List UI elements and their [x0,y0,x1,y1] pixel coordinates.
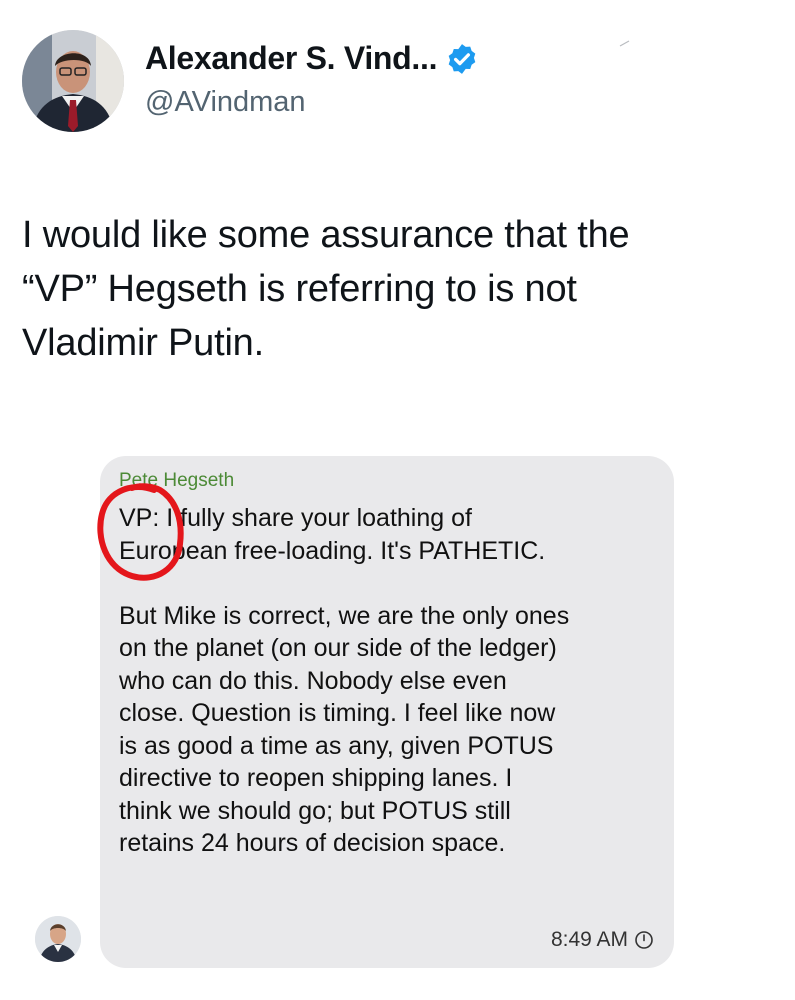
message-time: 8:49 AM [550,928,628,951]
sender-photo-icon [35,916,81,962]
author-handle[interactable]: @AVindman [145,86,306,119]
message-sender: Pete Hegseth [119,470,235,491]
author-name[interactable]: Alexander S. Vind... [145,40,437,77]
clock-icon [635,931,653,949]
message-sender-avatar [35,916,81,962]
tweet-text: I would like some assurance that the “VP… [22,214,630,364]
message-text: VP: I fully share your loathing of Europ… [119,504,570,857]
image-artifact [619,40,630,47]
message-bubble: Pete Hegseth VP: I fully share your loat… [100,456,674,968]
profile-photo-icon [22,30,124,132]
verified-badge-icon [448,43,476,74]
message-timestamp: 8:49 AM [551,928,654,952]
author-name-row[interactable]: Alexander S. Vind... [145,40,479,77]
author-avatar[interactable] [22,30,124,132]
